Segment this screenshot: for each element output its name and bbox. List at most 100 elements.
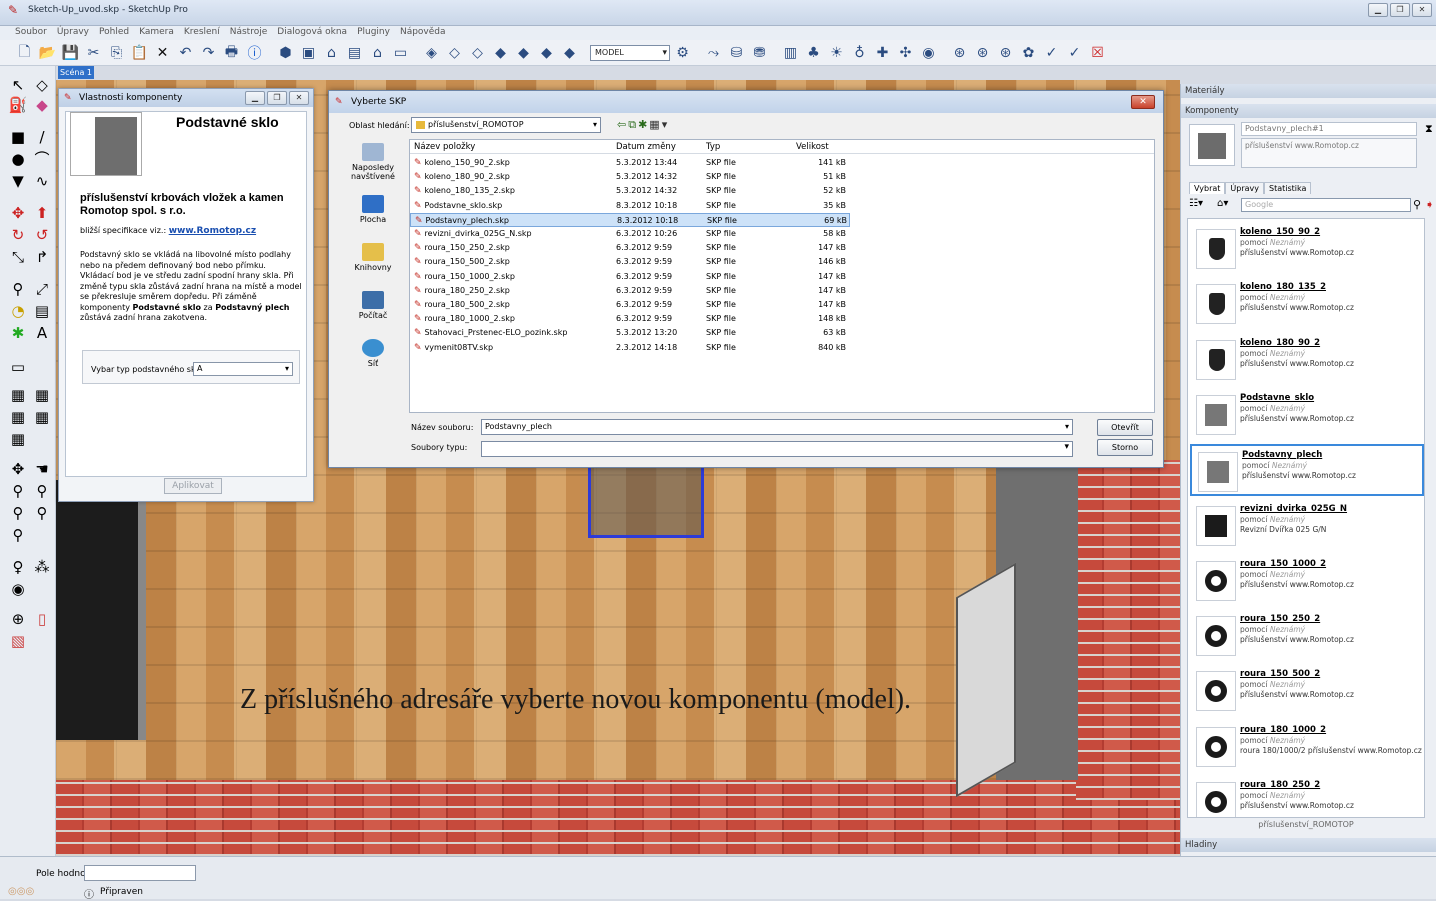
zoom-ext-icon[interactable]: ⚲	[6, 524, 30, 546]
toggle-terrain-icon[interactable]: ✣	[895, 42, 916, 63]
redo-icon[interactable]: ↷	[198, 42, 219, 63]
romotop-link[interactable]: www.Romotop.cz	[169, 226, 256, 236]
materials-header[interactable]: Materiály	[1181, 84, 1436, 98]
paint-icon[interactable]: ♣	[803, 42, 824, 63]
place-network[interactable]: Síť	[341, 339, 405, 368]
offset-icon[interactable]: ↱	[30, 246, 54, 268]
component-item-name[interactable]: roura_150_1000_2	[1240, 559, 1326, 569]
follow-me-icon[interactable]: ↺	[30, 224, 54, 246]
component-list[interactable]: koleno_150_90_2 pomocí Neznámý příslušenst…	[1187, 218, 1425, 818]
file-row[interactable]: Podstavny_plech.skp 8.3.2012 10:18 SKP fil…	[410, 212, 850, 227]
hidden-line-icon[interactable]: ◇	[467, 42, 488, 63]
front-view-icon[interactable]: ⌂	[321, 42, 342, 63]
menu-upravy[interactable]: Úpravy	[52, 26, 94, 40]
3d-text-icon[interactable]: A	[30, 322, 54, 344]
previous-view-icon[interactable]: ⚲	[6, 502, 30, 524]
component-item[interactable]: koleno_180_135_2 pomocí Neznámý příslušens…	[1190, 278, 1424, 330]
component-item-name[interactable]: roura_180_1000_2	[1240, 725, 1326, 735]
minimize-button[interactable]: ▁	[1368, 3, 1388, 17]
dimension-icon[interactable]: ⤢	[30, 278, 54, 300]
orbit-icon[interactable]: ▦	[6, 384, 30, 406]
props-minimize-button[interactable]: ▁	[245, 91, 265, 105]
component-details-icon[interactable]: ⧗	[1425, 122, 1433, 136]
plugin-e-icon[interactable]: ✓	[1041, 42, 1062, 63]
line-icon[interactable]: /	[30, 126, 54, 148]
close-button[interactable]: ✕	[1412, 3, 1432, 17]
photo-textures-icon[interactable]: ◉	[918, 42, 939, 63]
erase-icon[interactable]: ✕	[152, 42, 173, 63]
warehouse-icon[interactable]: ⛁	[726, 42, 747, 63]
scale-icon[interactable]: ⤡	[6, 246, 30, 268]
position-camera-icon[interactable]: ♀	[6, 556, 30, 578]
component-item[interactable]: roura_150_1000_2 pomocí Neznámý příslušens…	[1190, 555, 1424, 607]
props-close-button[interactable]: ✕	[289, 91, 309, 105]
model-info-icon[interactable]: ⓘ	[244, 42, 265, 63]
file-row[interactable]: Stahovaci_Prstenec-ELO_pozink.skp 5.3.201…	[410, 326, 850, 340]
component-item-name[interactable]: Podstavne_sklo	[1240, 393, 1314, 403]
component-item-name[interactable]: roura_180_250_2	[1240, 780, 1320, 790]
component-item[interactable]: roura_180_250_2 pomocí Neznámý příslušenst…	[1190, 776, 1424, 817]
vcb-input[interactable]	[84, 865, 196, 881]
apply-button[interactable]: Aplikovat	[164, 478, 222, 494]
zoom-window-icon[interactable]: ▦	[30, 406, 54, 428]
tab-select[interactable]: Vybrat	[1189, 182, 1226, 194]
component-item[interactable]: roura_150_250_2 pomocí Neznámý příslušenst…	[1190, 610, 1424, 662]
file-row[interactable]: koleno_180_135_2.skp 5.3.2012 14:32 SKP fi…	[410, 184, 850, 198]
zoom-icon[interactable]: ▦	[6, 406, 30, 428]
view-options-icon[interactable]: ☷▾	[1189, 198, 1203, 209]
monochrome-icon[interactable]: ◆	[536, 42, 557, 63]
plugin-c-icon[interactable]: ⊛	[995, 42, 1016, 63]
file-row[interactable]: koleno_180_90_2.skp 5.3.2012 14:32 SKP fil…	[410, 170, 850, 184]
menu-dialogova-okna[interactable]: Dialogová okna	[272, 26, 352, 40]
model-settings-icon[interactable]: ⚙	[672, 42, 693, 63]
filename-input[interactable]: Podstavny_plech	[481, 419, 1073, 435]
view-menu-icon[interactable]: ▦▾	[649, 118, 669, 131]
component-item[interactable]: koleno_180_90_2 pomocí Neznámý příslušenst…	[1190, 334, 1424, 386]
component-item-name[interactable]: koleno_150_90_2	[1240, 227, 1320, 237]
zoom-win-icon[interactable]: ⚲	[30, 480, 54, 502]
component-item-name[interactable]: koleno_180_90_2	[1240, 338, 1320, 348]
component-item[interactable]: roura_150_500_2 pomocí Neznámý příslušenst…	[1190, 665, 1424, 717]
print-icon[interactable]: 🖶	[221, 42, 242, 63]
component-item[interactable]: Podstavny_plech pomocí Neznámý příslušenst…	[1190, 444, 1424, 497]
wireframe-icon[interactable]: ◇	[444, 42, 465, 63]
component-item-name[interactable]: koleno_180_135_2	[1240, 282, 1326, 292]
new-folder-icon[interactable]: ✱	[638, 118, 649, 131]
add-location-icon[interactable]: ✚	[872, 42, 893, 63]
component-item[interactable]: koleno_150_90_2 pomocí Neznámý příslušenst…	[1190, 223, 1424, 275]
component-item-name[interactable]: roura_150_250_2	[1240, 614, 1320, 624]
component-item-name[interactable]: roura_150_500_2	[1240, 669, 1320, 679]
text-icon[interactable]: ▤	[30, 300, 54, 322]
file-row[interactable]: roura_180_500_2.skp 6.3.2012 9:59 SKP file…	[410, 298, 850, 312]
undo-icon[interactable]: ↶	[175, 42, 196, 63]
copy-icon[interactable]: ⎘	[106, 42, 127, 63]
plugin-b-icon[interactable]: ⊛	[972, 42, 993, 63]
new-file-icon[interactable]: 🗋	[14, 42, 35, 63]
component-name-field[interactable]: Podstavny_plech#1	[1241, 122, 1417, 136]
menu-napoveda[interactable]: Nápověda	[395, 26, 451, 40]
file-row[interactable]: koleno_150_90_2.skp 5.3.2012 13:44 SKP fil…	[410, 156, 850, 170]
next-view-icon[interactable]: ⚲	[30, 502, 54, 524]
polygon-icon[interactable]: ▼	[6, 170, 30, 192]
place-recent[interactable]: Naposledy navštívené	[341, 143, 405, 181]
save-icon[interactable]: 💾	[60, 42, 81, 63]
plugin-close-icon[interactable]: ☒	[1087, 42, 1108, 63]
cancel-button[interactable]: Storno	[1097, 439, 1153, 456]
plugin-f-icon[interactable]: ✓	[1064, 42, 1085, 63]
maximize-button[interactable]: ❐	[1390, 3, 1410, 17]
move-icon[interactable]: ✥	[6, 202, 30, 224]
section-icon[interactable]: ◆	[559, 42, 580, 63]
open-file-icon[interactable]: 📂	[37, 42, 58, 63]
layers-header[interactable]: Hladiny	[1181, 838, 1436, 852]
file-row[interactable]: revizni_dvirka_025G_N.skp 6.3.2012 10:26 S…	[410, 227, 850, 241]
file-row[interactable]: roura_150_1000_2.skp 6.3.2012 9:59 SKP fil…	[410, 270, 850, 284]
zoom-in-icon[interactable]: ⚲	[6, 480, 30, 502]
place-libraries[interactable]: Knihovny	[341, 243, 405, 272]
menu-kresleni[interactable]: Kreslení	[179, 26, 225, 40]
back-view-icon[interactable]: ⌂	[367, 42, 388, 63]
col-type[interactable]: Typ	[706, 142, 720, 152]
components-header[interactable]: Komponenty	[1181, 104, 1436, 118]
component-item[interactable]: revizni_dvirka_025G_N pomocí Neznámý Reviz…	[1190, 500, 1424, 552]
scene-tab[interactable]: Scéna 1	[58, 66, 94, 79]
menu-soubor[interactable]: Soubor	[10, 26, 52, 40]
